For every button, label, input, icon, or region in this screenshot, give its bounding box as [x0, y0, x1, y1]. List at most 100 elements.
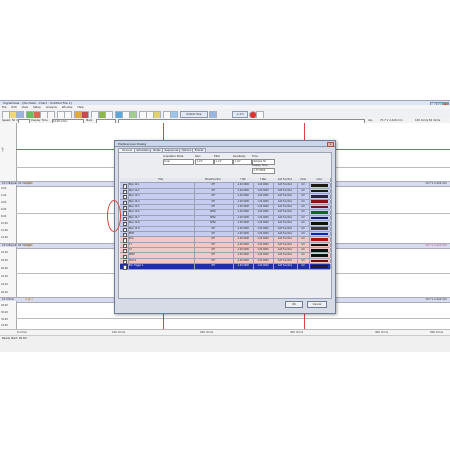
channel-name[interactable]: Bipo 10-4 — [128, 199, 195, 204]
channel-ymax[interactable]: 1.00 0000 — [253, 264, 274, 269]
channel-function[interactable]: Add Function — [273, 204, 298, 210]
color-swatch[interactable] — [311, 259, 328, 263]
channel-name[interactable]: Bipo 10-6 — [128, 210, 195, 215]
channel-function[interactable]: Add Function — [273, 231, 298, 237]
channel-name[interactable]: Bipo 10-5 — [128, 204, 195, 210]
display-time-input[interactable]: 1.75 0000 — [252, 168, 275, 174]
channel-ymax[interactable]: 1.00 0000 — [253, 215, 274, 221]
channel-mode[interactable]: Differ — [193, 215, 234, 221]
channel-function[interactable]: Add Function — [273, 215, 298, 221]
channel-ymin[interactable]: -1.00 0000 — [233, 248, 254, 253]
scale-button[interactable]: +/-0.5 — [232, 111, 248, 118]
channel-ymin[interactable]: -1.00 0000 — [233, 242, 254, 248]
color-swatch[interactable] — [311, 200, 328, 204]
acquisition-mode-select[interactable]: Dual — [163, 159, 194, 165]
color-swatch[interactable] — [311, 211, 328, 214]
default-view-button[interactable]: Default View — [180, 111, 208, 118]
color-swatch[interactable] — [311, 195, 328, 198]
channel-function[interactable]: Add Function — [273, 264, 298, 269]
color-swatch[interactable] — [311, 238, 328, 241]
channel-function[interactable]: Add Function — [273, 242, 298, 248]
channel-ymin[interactable]: -1.00 0000 — [233, 231, 254, 237]
sensitivity-select[interactable]: 1 mV — [233, 159, 252, 165]
channel-function[interactable]: Add Function — [273, 237, 298, 242]
channel-ymin[interactable]: -1.00 0000 — [233, 183, 254, 188]
channel-function[interactable]: Add Function — [273, 248, 298, 253]
dialog-title-bar[interactable]: Preferences Dialog x — [115, 141, 335, 148]
color-swatch[interactable] — [311, 254, 328, 257]
section-tools-icon[interactable]: ⚙ ▦ ✎ — [25, 298, 33, 302]
channel-ymax[interactable]: 1.00 0000 — [253, 194, 274, 199]
channel-ymax[interactable]: 1.00 0000 — [253, 237, 274, 242]
channel-mode[interactable]: Off — [193, 194, 234, 199]
channel-ymin[interactable]: -1.00 0000 — [233, 258, 254, 264]
channel-function[interactable]: Add Function — [273, 194, 298, 199]
color-swatch[interactable] — [311, 232, 328, 236]
channel-name[interactable]: BPM — [128, 231, 195, 237]
color-swatch[interactable] — [311, 265, 328, 268]
channel-ymin[interactable]: -1.00 0000 — [233, 221, 254, 226]
channel-mode[interactable]: Off — [193, 237, 234, 242]
channel-ymax[interactable]: 1.00 0000 — [253, 248, 274, 253]
channel-name[interactable]: Stimul — [128, 258, 195, 264]
channel-ymin[interactable]: -1.00 0000 — [233, 237, 254, 242]
channel-mode[interactable]: Off — [193, 199, 234, 204]
channel-name[interactable]: Ext. Trigger 1 — [128, 264, 195, 269]
channel-mode[interactable]: Off — [193, 264, 234, 269]
channel-ymax[interactable]: 1.00 0000 — [253, 231, 274, 237]
channel-ymax[interactable]: 1.00 0000 — [253, 188, 274, 194]
color-swatch[interactable] — [311, 216, 328, 220]
cancel-button[interactable]: Cancel — [307, 301, 327, 308]
channel-ymin[interactable]: -1.00 0000 — [233, 215, 254, 221]
channel-function[interactable]: Add Function — [273, 221, 298, 226]
gain-select[interactable]: 1 mV — [195, 159, 214, 165]
channel-ymin[interactable]: -1.00 0000 — [233, 264, 254, 269]
channel-name[interactable]: Bipo 10-1 — [128, 183, 195, 188]
channel-function[interactable]: Add Function — [273, 210, 298, 215]
channel-mode[interactable]: Differ — [193, 221, 234, 226]
channel-ymin[interactable]: -1.00 0000 — [233, 188, 254, 194]
color-swatch[interactable] — [311, 227, 328, 230]
color-swatch[interactable] — [311, 184, 328, 187]
channel-mode[interactable]: Off — [193, 248, 234, 253]
channel-enable-checkbox[interactable]: ✓ — [122, 265, 127, 270]
channel-ymax[interactable]: 1.00 0000 — [253, 183, 274, 188]
color-swatch[interactable] — [311, 222, 328, 225]
channel-ymax[interactable]: 1.00 0000 — [253, 199, 274, 204]
channel-function[interactable]: Add Function — [273, 253, 298, 258]
channel-mode[interactable]: Off — [193, 231, 234, 237]
color-swatch[interactable] — [311, 205, 328, 209]
table-row[interactable]: Ext. Trigger 1 Off -1.00 0000 1.00 0000 Add … — [120, 264, 331, 270]
channel-ymax[interactable]: 1.00 0000 — [253, 253, 274, 258]
ok-button[interactable]: OK — [285, 301, 303, 308]
channel-ymin[interactable]: -1.00 0000 — [233, 253, 254, 258]
channel-ymax[interactable]: 1.00 0000 — [253, 258, 274, 264]
channel-ymax[interactable]: 1.00 0000 — [253, 221, 274, 226]
channel-mode[interactable]: Off — [193, 204, 234, 210]
channel-mode[interactable]: Off — [193, 253, 234, 258]
dialog-close-icon[interactable]: x — [327, 141, 334, 148]
channel-ymax[interactable]: 1.00 0000 — [253, 242, 274, 248]
section-tools-icon[interactable]: ⚙ ▦ ✎ — [25, 182, 33, 186]
channel-function[interactable]: Add Function — [273, 183, 298, 188]
channel-function[interactable]: Add Function — [273, 226, 298, 231]
channel-ymin[interactable]: -1.00 0000 — [233, 226, 254, 231]
channel-name[interactable]: T2 — [128, 248, 195, 253]
channel-name[interactable]: RESP — [128, 253, 195, 258]
all-label[interactable]: ALL — [368, 119, 373, 122]
color-swatch[interactable] — [311, 248, 328, 252]
channel-ymin[interactable]: -1.00 0000 — [233, 194, 254, 199]
channel-mode[interactable]: Off — [193, 242, 234, 248]
channel-mode[interactable]: Off — [193, 188, 234, 194]
channel-function[interactable]: Add Function — [273, 199, 298, 204]
channel-mode[interactable]: Differ — [193, 210, 234, 215]
section-tools-icon[interactable]: ⚙ ▦ ✎ — [25, 244, 33, 248]
channel-name[interactable]: T1 — [128, 242, 195, 248]
channel-ymax[interactable]: 1.00 0000 — [253, 204, 274, 210]
channel-function[interactable]: Add Function — [273, 258, 298, 264]
channel-function[interactable]: Add Function — [273, 188, 298, 194]
channel-name[interactable]: Bipo 10-2 — [128, 188, 195, 194]
channel-mode[interactable]: Off — [193, 183, 234, 188]
channel-mode[interactable]: Off — [193, 226, 234, 231]
channel-name[interactable]: Bipo 10-9 — [128, 226, 195, 231]
